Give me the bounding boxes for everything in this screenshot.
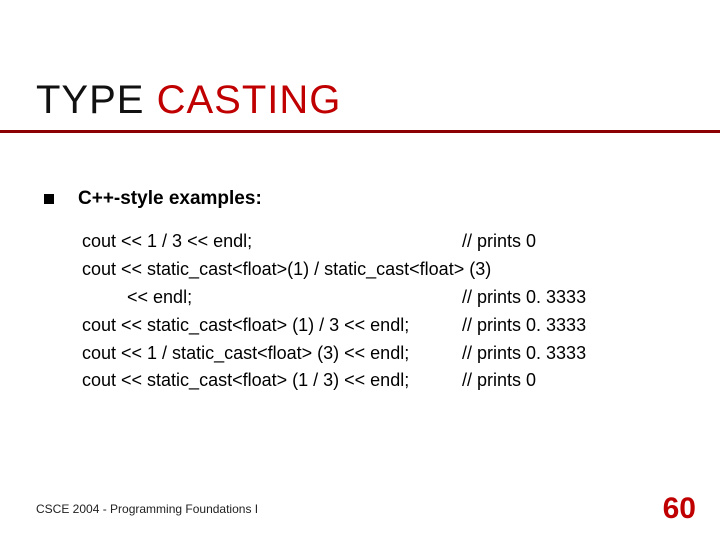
code-right: // prints 0 — [462, 228, 536, 256]
code-left: cout << 1 / 3 << endl; — [82, 228, 462, 256]
page-number: 60 — [663, 492, 696, 526]
code-line: cout << static_cast<float> (1 / 3) << en… — [82, 367, 680, 395]
code-right: // prints 0. 3333 — [462, 340, 586, 368]
bullet-row: C++-style examples: — [44, 188, 680, 210]
code-left: cout << static_cast<float> (1 / 3) << en… — [82, 367, 462, 395]
code-full: cout << static_cast<float>(1) / static_c… — [82, 256, 491, 284]
square-bullet-icon — [44, 194, 54, 204]
code-right: // prints 0. 3333 — [462, 312, 586, 340]
code-left: cout << static_cast<float> (1) / 3 << en… — [82, 312, 462, 340]
footer-text: CSCE 2004 - Programming Foundations I — [36, 502, 258, 516]
title-black: TYPE — [36, 78, 144, 122]
code-left: cout << 1 / static_cast<float> (3) << en… — [82, 340, 462, 368]
slide-body: C++-style examples: cout << 1 / 3 << end… — [44, 188, 680, 395]
code-right: // prints 0. 3333 — [462, 284, 586, 312]
code-left: << endl; — [82, 284, 462, 312]
code-line: cout << static_cast<float> (1) / 3 << en… — [82, 312, 680, 340]
code-line: cout << 1 / static_cast<float> (3) << en… — [82, 340, 680, 368]
slide: TYPE CASTING C++-style examples: cout <<… — [0, 0, 720, 540]
code-block: cout << 1 / 3 << endl; // prints 0 cout … — [82, 228, 680, 395]
bullet-text: C++-style examples: — [78, 188, 262, 210]
code-line: cout << static_cast<float>(1) / static_c… — [82, 256, 680, 284]
slide-title: TYPE CASTING — [36, 78, 341, 123]
title-rule — [0, 130, 720, 133]
code-line: << endl; // prints 0. 3333 — [82, 284, 680, 312]
code-right: // prints 0 — [462, 367, 536, 395]
code-line: cout << 1 / 3 << endl; // prints 0 — [82, 228, 680, 256]
title-red: CASTING — [144, 78, 341, 122]
